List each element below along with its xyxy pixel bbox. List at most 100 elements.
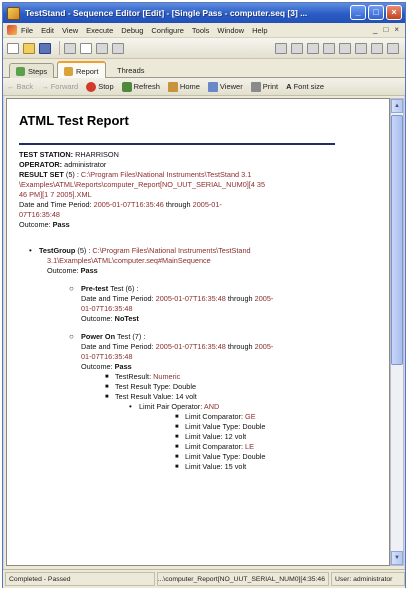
run-icon[interactable]: [275, 42, 287, 54]
result-set-path-end[interactable]: 46 PM][1 7 2005].XML: [19, 190, 389, 200]
report-view[interactable]: ATML Test Report TEST STATION: RHARRISON…: [6, 98, 390, 566]
viewer-label: Viewer: [219, 82, 243, 91]
forward-button[interactable]: → Forward: [41, 82, 78, 91]
font-size-label: Font size: [293, 82, 324, 91]
outcome-value: Pass: [52, 220, 70, 229]
minimize-button[interactable]: _: [350, 5, 366, 20]
pretest-outcome-label: Outcome:: [81, 314, 113, 323]
save-icon[interactable]: [39, 42, 51, 54]
menu-window[interactable]: Window: [217, 26, 244, 35]
font-size-icon: A: [286, 82, 292, 91]
stop-label: Stop: [98, 82, 114, 91]
test-result-item: ■ TestResult: Numeric: [19, 372, 389, 382]
copy-icon[interactable]: [80, 42, 92, 54]
station-line: TEST STATION: RHARRISON: [19, 150, 389, 160]
poweron-label: Power On: [81, 332, 116, 341]
menu-file[interactable]: File: [21, 26, 33, 35]
watch-icon[interactable]: [387, 42, 399, 54]
window-title: TestStand - Sequence Editor [Edit] - [Si…: [25, 8, 308, 18]
execution-status: Completed - Passed: [5, 572, 155, 586]
square-bullet-icon: ■: [175, 444, 179, 450]
test-group-label: TestGroup: [39, 246, 76, 255]
breakpoint-icon[interactable]: [371, 42, 383, 54]
viewer-button[interactable]: Viewer: [207, 81, 243, 92]
title-divider: [19, 143, 335, 145]
result-set-path[interactable]: C:\Program Files\National Instruments\Te…: [81, 170, 251, 179]
refresh-button[interactable]: Refresh: [121, 81, 160, 92]
menu-configure[interactable]: Configure: [151, 26, 184, 35]
menu-view[interactable]: View: [62, 26, 78, 35]
delete-icon[interactable]: [112, 42, 124, 54]
menu-edit[interactable]: Edit: [41, 26, 54, 35]
scroll-thumb[interactable]: [391, 115, 403, 365]
forward-label: Forward: [50, 82, 79, 91]
child-close-button[interactable]: ×: [394, 25, 399, 34]
square-bullet-icon: ■: [175, 434, 179, 440]
date-line: Date and Time Period: 2005-01-07T16:35:4…: [19, 200, 389, 210]
scroll-up-icon[interactable]: ▲: [391, 99, 403, 113]
open-folder-icon[interactable]: [23, 42, 35, 54]
new-file-icon[interactable]: [7, 42, 19, 54]
child-restore-button[interactable]: □: [383, 25, 388, 34]
font-size-button[interactable]: A Font size: [286, 82, 324, 91]
tab-steps[interactable]: Steps: [9, 63, 55, 78]
limit-value-type-label: Limit Value Type:: [185, 422, 241, 431]
test-group-path[interactable]: C:\Program Files\National Instruments\Te…: [92, 246, 250, 255]
date-through: through: [165, 200, 191, 209]
cut-icon[interactable]: [64, 42, 76, 54]
result-set-line: RESULT SET (5) : C:\Program Files\Nation…: [19, 170, 389, 180]
scroll-down-icon[interactable]: ▼: [391, 551, 403, 565]
tab-report-label: Report: [76, 66, 99, 76]
test-group-path-cont[interactable]: 3.1\Examples\ATML\computer.seq#MainSeque…: [19, 256, 389, 266]
step-out-icon[interactable]: [339, 42, 351, 54]
main-toolbar: [3, 38, 405, 59]
limit-value-value: 12 volt: [224, 432, 247, 441]
child-minimize-button[interactable]: _: [373, 25, 377, 34]
status-bar: Completed - Passed ...\computer_Report[N…: [3, 569, 405, 588]
maximize-button[interactable]: □: [368, 5, 384, 20]
menu-debug[interactable]: Debug: [121, 26, 143, 35]
printer-icon: [250, 81, 261, 92]
result-type-label: Test Result Type:: [115, 382, 171, 391]
limit-value-type-item: ■ Limit Value Type: Double: [19, 422, 389, 432]
bullet-icon: •: [129, 402, 132, 411]
bullet-icon: •: [29, 246, 32, 255]
close-button[interactable]: ×: [386, 5, 402, 20]
title-bar[interactable]: TestStand - Sequence Editor [Edit] - [Si…: [3, 3, 405, 23]
back-arrow-icon: ←: [7, 82, 15, 91]
document-menu-icon[interactable]: [7, 25, 17, 35]
user-status: User: administrator: [331, 572, 405, 586]
step-into-icon[interactable]: [307, 42, 319, 54]
result-set-path-cont[interactable]: \Examples\ATML\Reports\computer_Report[N…: [19, 180, 389, 190]
tab-report[interactable]: Report: [57, 61, 106, 79]
report-icon: [64, 66, 73, 76]
home-icon: [167, 81, 178, 92]
square-bullet-icon: ■: [175, 414, 179, 420]
square-bullet-icon: ■: [175, 464, 179, 470]
tab-threads[interactable]: Threads: [111, 63, 151, 78]
step-over-icon[interactable]: [323, 42, 335, 54]
pause-icon[interactable]: [291, 42, 303, 54]
poweron-date-start: 2005-01-07T16:35:48: [155, 342, 226, 351]
station-value: RHARRISON: [75, 150, 119, 159]
terminate-icon[interactable]: [355, 42, 367, 54]
limit-value-value: 15 volt: [224, 462, 247, 471]
station-label: TEST STATION:: [19, 150, 74, 159]
viewer-icon: [207, 81, 218, 92]
menu-tools[interactable]: Tools: [192, 26, 210, 35]
steps-icon: [16, 66, 25, 76]
report-scrollbar[interactable]: ▲ ▼: [390, 98, 404, 566]
operator-value: administrator: [64, 160, 107, 169]
back-button[interactable]: ← Back: [7, 82, 33, 91]
limit-comp-value: LE: [245, 442, 254, 451]
home-button[interactable]: Home: [167, 81, 200, 92]
poweron-outcome-label: Outcome:: [81, 362, 113, 371]
menu-execute[interactable]: Execute: [86, 26, 113, 35]
poweron-suffix: Test (7) :: [116, 332, 146, 341]
print-button[interactable]: Print: [250, 81, 278, 92]
stop-button[interactable]: Stop: [86, 81, 114, 92]
paste-icon[interactable]: [96, 42, 108, 54]
limit-value-item: ■ Limit Value: 12 volt: [19, 432, 389, 442]
toolbar-divider: [59, 41, 60, 55]
menu-help[interactable]: Help: [252, 26, 267, 35]
